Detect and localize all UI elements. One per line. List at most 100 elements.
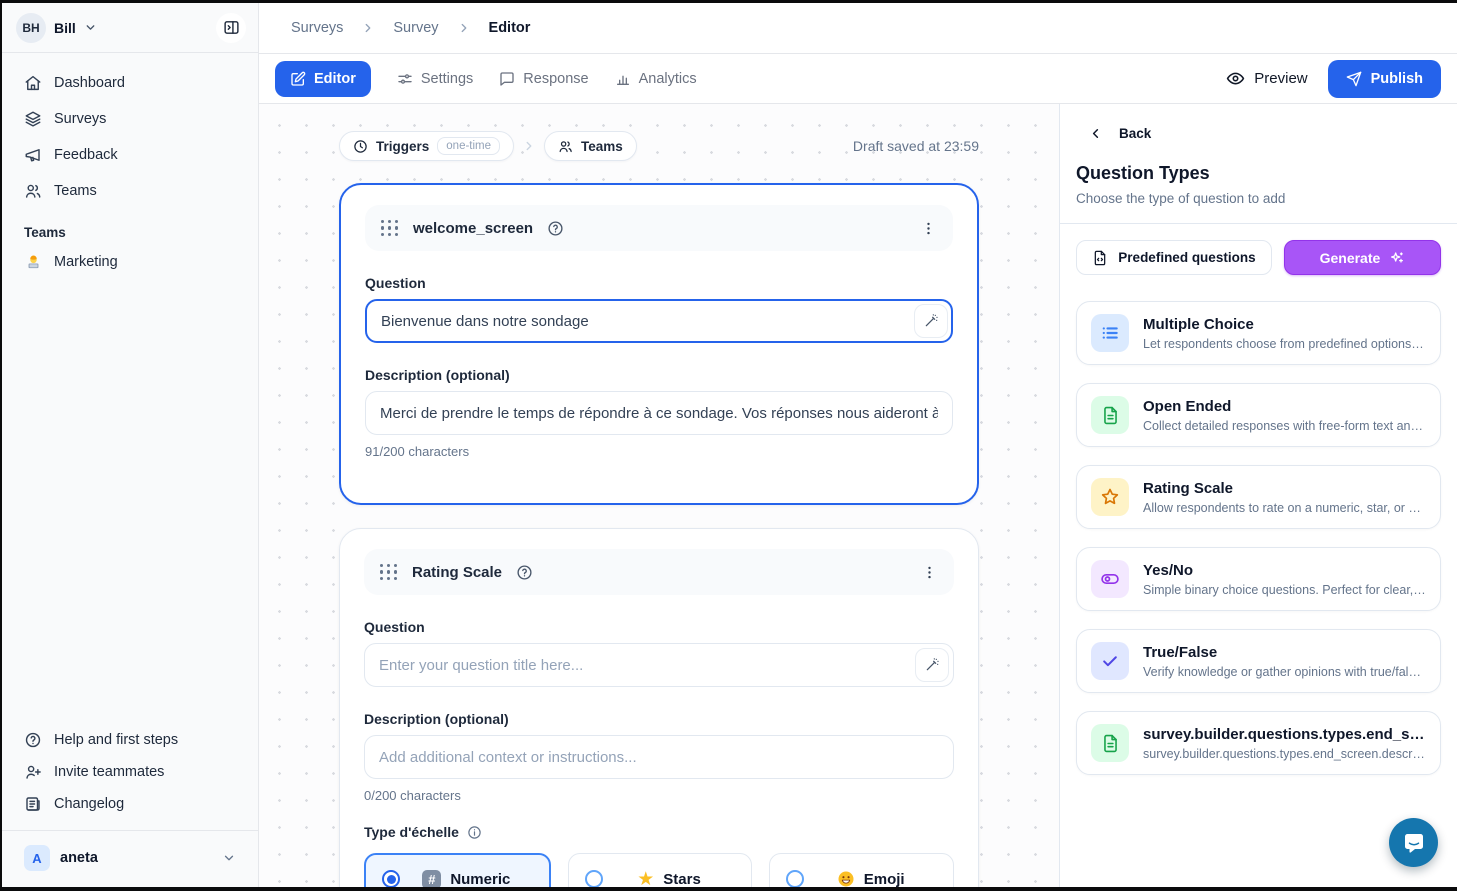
description-field-label: Description (optional) — [365, 367, 953, 383]
teams-button[interactable]: Teams — [544, 131, 637, 161]
info-icon[interactable] — [467, 825, 482, 840]
trigger-type-badge: one-time — [437, 137, 500, 155]
toolbar-actions: Preview Publish — [1226, 60, 1441, 98]
star-icon — [1091, 478, 1129, 516]
question-type-yes-no[interactable]: Yes/No Simple binary choice questions. P… — [1076, 547, 1441, 611]
question-input-wrap — [364, 643, 954, 687]
publish-button[interactable]: Publish — [1328, 60, 1441, 98]
user-menu[interactable]: A aneta — [16, 841, 244, 875]
question-card-rating-scale[interactable]: Rating Scale Question — [339, 528, 979, 887]
sidebar-footer: Help and first steps Invite teammates Ch… — [2, 716, 258, 887]
chevron-down-icon — [222, 851, 236, 865]
ai-rewrite-button[interactable] — [914, 304, 948, 338]
ai-rewrite-button[interactable] — [915, 648, 949, 682]
sidebar-item-teams[interactable]: Teams — [16, 175, 244, 207]
question-description-input[interactable] — [365, 391, 953, 435]
user-name: aneta — [60, 850, 98, 866]
drag-handle-icon[interactable] — [381, 220, 399, 236]
clock-icon — [353, 139, 368, 154]
question-card-title: welcome_screen — [413, 220, 533, 237]
help-circle-icon — [24, 731, 42, 749]
generate-button[interactable]: Generate — [1284, 240, 1441, 275]
sidebar-item-invite[interactable]: Invite teammates — [16, 756, 244, 788]
more-options-icon[interactable] — [920, 220, 937, 237]
drag-handle-icon[interactable] — [380, 564, 398, 580]
question-types-panel: Back Question Types Choose the type of q… — [1059, 104, 1457, 887]
tab-label: Settings — [421, 71, 473, 87]
sidebar-item-changelog[interactable]: Changelog — [16, 788, 244, 820]
scale-option-numeric[interactable]: # Numeric — [364, 853, 551, 887]
question-type-multiple-choice[interactable]: Multiple Choice Let respondents choose f… — [1076, 301, 1441, 365]
question-type-end-screen[interactable]: survey.builder.questions.types.end_scr..… — [1076, 711, 1441, 775]
workspace-switcher[interactable]: BH Bill — [2, 3, 258, 53]
tab-response[interactable]: Response — [499, 71, 588, 87]
tab-settings[interactable]: Settings — [397, 71, 473, 87]
predefined-questions-button[interactable]: Predefined questions — [1076, 240, 1272, 275]
sidebar-item-marketing-team[interactable]: Marketing — [16, 246, 244, 278]
megaphone-icon — [24, 146, 42, 164]
tab-editor[interactable]: Editor — [275, 61, 371, 97]
star-emoji: ★ — [637, 870, 654, 888]
preview-button[interactable]: Preview — [1226, 69, 1307, 88]
layers-icon — [24, 110, 42, 128]
numeric-keycap-emoji: # — [422, 870, 441, 888]
question-card-title: Rating Scale — [412, 564, 502, 581]
sidebar-item-label: Surveys — [54, 111, 106, 127]
bar-chart-icon — [615, 71, 631, 87]
breadcrumb-survey[interactable]: Survey — [393, 20, 438, 36]
sidebar-item-help[interactable]: Help and first steps — [16, 724, 244, 756]
question-card-header: Rating Scale — [364, 549, 954, 595]
question-title-input[interactable] — [364, 643, 954, 687]
breadcrumb-surveys[interactable]: Surveys — [291, 20, 343, 36]
sidebar-teams-list: Marketing — [2, 246, 258, 278]
sparkles-icon — [1389, 250, 1405, 266]
tab-label: Analytics — [639, 71, 697, 87]
question-type-true-false[interactable]: True/False Verify knowledge or gather op… — [1076, 629, 1441, 693]
help-circle-icon[interactable] — [547, 220, 564, 237]
question-field-label: Question — [364, 619, 954, 635]
help-circle-icon[interactable] — [516, 564, 533, 581]
question-type-open-ended[interactable]: Open Ended Collect detailed responses wi… — [1076, 383, 1441, 447]
sidebar-collapse-button[interactable] — [216, 13, 246, 43]
question-type-list: Multiple Choice Let respondents choose f… — [1076, 301, 1441, 775]
home-icon — [24, 74, 42, 92]
smiley-emoji — [837, 870, 855, 887]
question-description-input[interactable] — [364, 735, 954, 779]
panel-collapse-icon — [223, 19, 240, 36]
question-card-welcome-screen[interactable]: welcome_screen Question — [339, 183, 979, 505]
question-type-rating-scale[interactable]: Rating Scale Allow respondents to rate o… — [1076, 465, 1441, 529]
breadcrumb: Surveys Survey Editor — [259, 3, 1457, 54]
back-button[interactable]: Back — [1076, 124, 1441, 143]
sidebar-item-label: Teams — [54, 183, 97, 199]
send-icon — [1346, 71, 1362, 87]
file-text-icon — [1091, 396, 1129, 434]
workspace-name: Bill — [54, 20, 76, 36]
check-icon — [1091, 642, 1129, 680]
char-counter: 0/200 characters — [364, 788, 954, 803]
users-icon — [558, 139, 573, 154]
question-type-title: survey.builder.questions.types.end_scr..… — [1143, 726, 1426, 743]
chat-launcher-button[interactable] — [1389, 818, 1438, 867]
toolbar-tabs: Editor Settings Response Analytics — [275, 61, 697, 97]
tab-analytics[interactable]: Analytics — [615, 71, 697, 87]
more-options-icon[interactable] — [921, 564, 938, 581]
scale-option-emoji[interactable]: Emoji — [769, 853, 954, 887]
pencil-square-icon — [290, 71, 306, 87]
sidebar-item-feedback[interactable]: Feedback — [16, 139, 244, 171]
sidebar-item-surveys[interactable]: Surveys — [16, 103, 244, 135]
divider — [1060, 223, 1457, 224]
question-type-description: Let respondents choose from predefined o… — [1143, 337, 1426, 351]
question-title-input[interactable] — [365, 299, 953, 343]
list-icon — [1091, 314, 1129, 352]
scale-option-label: Stars — [663, 871, 701, 888]
scale-option-stars[interactable]: ★ Stars — [568, 853, 753, 887]
triggers-button[interactable]: Triggers one-time — [339, 131, 514, 161]
question-type-title: Rating Scale — [1143, 480, 1426, 497]
sliders-icon — [397, 71, 413, 87]
back-label: Back — [1119, 126, 1151, 141]
chevron-right-icon — [457, 21, 471, 35]
sidebar-item-dashboard[interactable]: Dashboard — [16, 67, 244, 99]
chat-bubble-icon — [1402, 831, 1426, 855]
user-plus-icon — [24, 763, 42, 781]
file-code-icon — [1092, 250, 1108, 266]
